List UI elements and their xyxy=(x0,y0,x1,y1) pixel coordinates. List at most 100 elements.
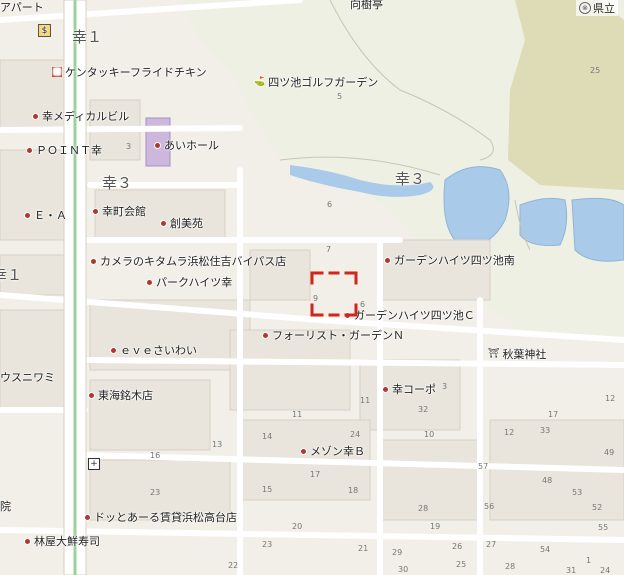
block-number: 57 xyxy=(478,462,489,471)
block-number: 25 xyxy=(456,560,467,569)
poi-point[interactable]: ＰＯＩＮＴ幸 xyxy=(26,142,102,158)
block-number: 1 xyxy=(586,556,592,565)
restaurant-icon: ■ xyxy=(52,67,62,77)
block-number: 14 xyxy=(262,432,273,441)
block-number: 15 xyxy=(262,485,273,494)
poi-dotto[interactable]: ドッとあーる賃貸浜松高台店 xyxy=(84,509,237,525)
block-number: 20 xyxy=(292,522,303,531)
poi-in[interactable]: 院 xyxy=(0,498,11,514)
map-canvas[interactable]: 幸１ 幸３ 幸３ 幸１ ⊗ 県立 アパート 向樹亭 $ ■ケンタッキーフライドチ… xyxy=(0,0,624,575)
poi-soubien[interactable]: 創美苑 xyxy=(160,215,203,231)
poi-apart[interactable]: アパート xyxy=(0,0,44,15)
selected-location-marker[interactable] xyxy=(310,271,358,317)
block-number: 28 xyxy=(505,562,516,571)
block-number: 25 xyxy=(590,66,601,75)
block-number: 52 xyxy=(592,503,603,512)
block-number: 16 xyxy=(150,451,161,460)
poi-mukaiju[interactable]: 向樹亭 xyxy=(350,0,383,12)
block-number: 31 xyxy=(566,566,577,575)
poi-hayashiya[interactable]: 林屋大鮮寿司 xyxy=(24,533,100,549)
poi-kocopo[interactable]: 幸コーポ xyxy=(382,381,436,397)
poi-ea[interactable]: Ｅ・Ａ xyxy=(24,207,67,223)
poi-marker xyxy=(32,112,39,120)
block-number: 17 xyxy=(310,470,321,479)
poi-marker xyxy=(300,447,307,455)
block-number: 6 xyxy=(360,300,366,309)
block-number: 5 xyxy=(337,92,343,101)
poi-aihall[interactable]: あいホール xyxy=(154,137,219,153)
poi-marker xyxy=(92,207,99,215)
block-number: 10 xyxy=(424,430,435,439)
poi-bank-icon[interactable]: $ xyxy=(38,24,54,37)
block-number: 17 xyxy=(548,410,559,419)
block-number: 32 xyxy=(418,405,429,414)
block-number: 33 xyxy=(540,426,551,435)
poi-uswaniwa[interactable]: ウスニワミ xyxy=(0,369,55,385)
shrine-icon: ⛩ xyxy=(488,349,500,359)
block-number: 6 xyxy=(327,200,333,209)
block-number: 27 xyxy=(486,540,497,549)
area-label-saiwai1-top: 幸１ xyxy=(72,28,103,46)
poi-tokai[interactable]: 東海銘木店 xyxy=(88,387,153,403)
block-number: 55 xyxy=(598,523,609,532)
poi-garden-minami[interactable]: ガーデンハイツ四ツ池南 xyxy=(384,252,515,268)
medical-cross-icon[interactable]: + xyxy=(88,458,100,470)
poi-kfc[interactable]: ■ ケンタッキーフライドチキン xyxy=(52,64,207,80)
poi-marker xyxy=(90,257,97,265)
poi-marker xyxy=(160,219,167,227)
poi-kaikan[interactable]: 幸町会館 xyxy=(92,203,146,219)
poi-kitamura[interactable]: カメラのキタムラ浜松住吉バイパス店 xyxy=(90,253,286,269)
block-number: 3 xyxy=(442,382,448,391)
facility-icon: ⊗ xyxy=(579,2,591,14)
poi-akiha[interactable]: ⛩ 秋葉神社 xyxy=(488,346,546,362)
block-number: 11 xyxy=(360,396,371,405)
area-label-saiwai3-left: 幸３ xyxy=(102,174,133,192)
block-number: 18 xyxy=(348,486,359,495)
area-label-saiwai1-left: 幸１ xyxy=(0,266,23,284)
poi-marker xyxy=(24,537,31,545)
prefectural-facility-label[interactable]: ⊗ 県立 xyxy=(576,0,618,16)
block-number: 12 xyxy=(504,428,515,437)
poi-golf[interactable]: ⛳ 四ツ池ゴルフガーデン xyxy=(254,74,378,90)
poi-medical[interactable]: 幸メディカルビル xyxy=(32,108,129,124)
poi-marker xyxy=(84,513,91,521)
poi-marker xyxy=(262,331,269,339)
bank-icon: $ xyxy=(38,24,51,37)
block-number: 19 xyxy=(430,522,441,531)
block-number: 49 xyxy=(604,448,615,457)
block-number: 54 xyxy=(540,545,551,554)
block-number: 56 xyxy=(484,502,495,511)
poi-marker xyxy=(24,211,31,219)
block-number: 48 xyxy=(542,476,553,485)
poi-park[interactable]: パークハイツ幸 xyxy=(146,274,232,290)
area-label-saiwai3-right: 幸３ xyxy=(395,170,426,188)
block-number: 22 xyxy=(228,561,239,570)
poi-marker xyxy=(382,385,389,393)
poi-marker xyxy=(26,146,33,154)
poi-marker xyxy=(110,346,117,354)
block-number: 23 xyxy=(150,488,161,497)
block-number: 12 xyxy=(605,394,616,403)
block-number: 7 xyxy=(326,245,332,254)
block-number: 11 xyxy=(292,410,303,419)
block-number: 23 xyxy=(262,540,273,549)
block-number: 24 xyxy=(600,566,611,575)
block-number: 21 xyxy=(358,544,369,553)
poi-marker xyxy=(146,278,153,286)
poi-maison[interactable]: メゾン幸Ｂ xyxy=(300,443,365,459)
block-number: 29 xyxy=(392,548,403,557)
block-number: 53 xyxy=(572,488,583,497)
poi-eve[interactable]: ｅｖｅさいわい xyxy=(110,342,197,358)
block-number: 13 xyxy=(212,440,223,449)
block-number: 26 xyxy=(452,542,463,551)
golf-icon: ⛳ xyxy=(254,77,266,87)
poi-florist[interactable]: フォーリスト・ガーデンＮ xyxy=(262,327,404,343)
poi-marker xyxy=(88,391,95,399)
block-number: 28 xyxy=(418,504,429,513)
poi-marker xyxy=(154,141,161,149)
block-number: 30 xyxy=(398,565,409,574)
poi-garden-c[interactable]: ガーデンハイツ四ツ池Ｃ xyxy=(344,307,475,323)
block-number: 3 xyxy=(126,142,132,151)
poi-marker xyxy=(384,256,391,264)
block-number: 24 xyxy=(350,430,361,439)
